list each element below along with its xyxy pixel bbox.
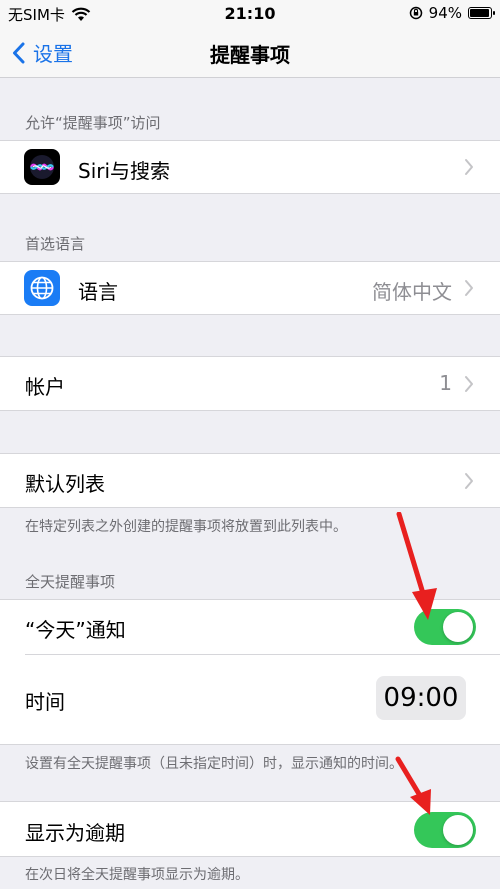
group-overdue: 显示为逾期: [0, 801, 500, 857]
navigation-bar: 设置 提醒事项: [0, 28, 500, 78]
section-header-access: 允许“提醒事项”访问: [25, 114, 161, 132]
chevron-right-icon: [465, 376, 473, 392]
orientation-lock-icon: [409, 6, 422, 20]
show-overdue-label: 显示为逾期: [25, 821, 125, 845]
section-header-allday: 全天提醒事项: [25, 573, 116, 591]
battery-icon: [468, 7, 495, 19]
battery-percent: 94%: [428, 4, 462, 22]
group-access: Siri与搜索: [0, 140, 500, 194]
language-label: 语言: [78, 280, 118, 304]
page-title: 提醒事项: [210, 43, 290, 67]
chevron-right-icon: [465, 159, 473, 175]
group-language: 语言 简体中文: [0, 261, 500, 315]
accounts-label: 帐户: [25, 375, 65, 399]
status-right: 94%: [409, 4, 495, 22]
battery-fill: [470, 9, 489, 17]
show-overdue-toggle[interactable]: [414, 812, 476, 848]
status-bar: 无SIM卡 21:10 94%: [0, 0, 500, 28]
show-overdue-row: 显示为逾期: [0, 802, 500, 856]
globe-icon: [24, 270, 60, 306]
accounts-count: 1: [439, 371, 452, 395]
today-notification-label: “今天”通知: [25, 618, 126, 642]
today-notification-toggle[interactable]: [414, 609, 476, 645]
group-default-list: 默认列表: [0, 453, 500, 508]
default-list-label: 默认列表: [25, 472, 105, 496]
siri-icon: [24, 149, 60, 185]
overdue-footer: 在次日将全天提醒事项显示为逾期。: [25, 867, 249, 883]
language-row[interactable]: 语言 简体中文: [0, 262, 500, 314]
toggle-knob: [443, 815, 473, 845]
time-picker-button[interactable]: 09:00: [376, 676, 466, 720]
default-list-row[interactable]: 默认列表: [0, 454, 500, 507]
section-header-language: 首选语言: [25, 235, 86, 253]
siri-search-label: Siri与搜索: [78, 159, 171, 183]
siri-search-row[interactable]: Siri与搜索: [0, 141, 500, 193]
group-allday: “今天”通知 时间 09:00: [0, 599, 500, 745]
today-notification-row: “今天”通知: [0, 600, 500, 654]
time-label: 时间: [25, 690, 65, 714]
accounts-row[interactable]: 帐户 1: [0, 357, 500, 410]
toggle-knob: [443, 612, 473, 642]
language-value: 简体中文: [372, 280, 452, 304]
time-footer: 设置有全天提醒事项（且未指定时间）时，显示通知的时间。: [25, 756, 403, 772]
time-row: 时间 09:00: [0, 655, 500, 744]
default-list-footer: 在特定列表之外创建的提醒事项将放置到此列表中。: [25, 519, 347, 535]
group-accounts: 帐户 1: [0, 356, 500, 411]
chevron-right-icon: [465, 280, 473, 296]
chevron-right-icon: [465, 473, 473, 489]
